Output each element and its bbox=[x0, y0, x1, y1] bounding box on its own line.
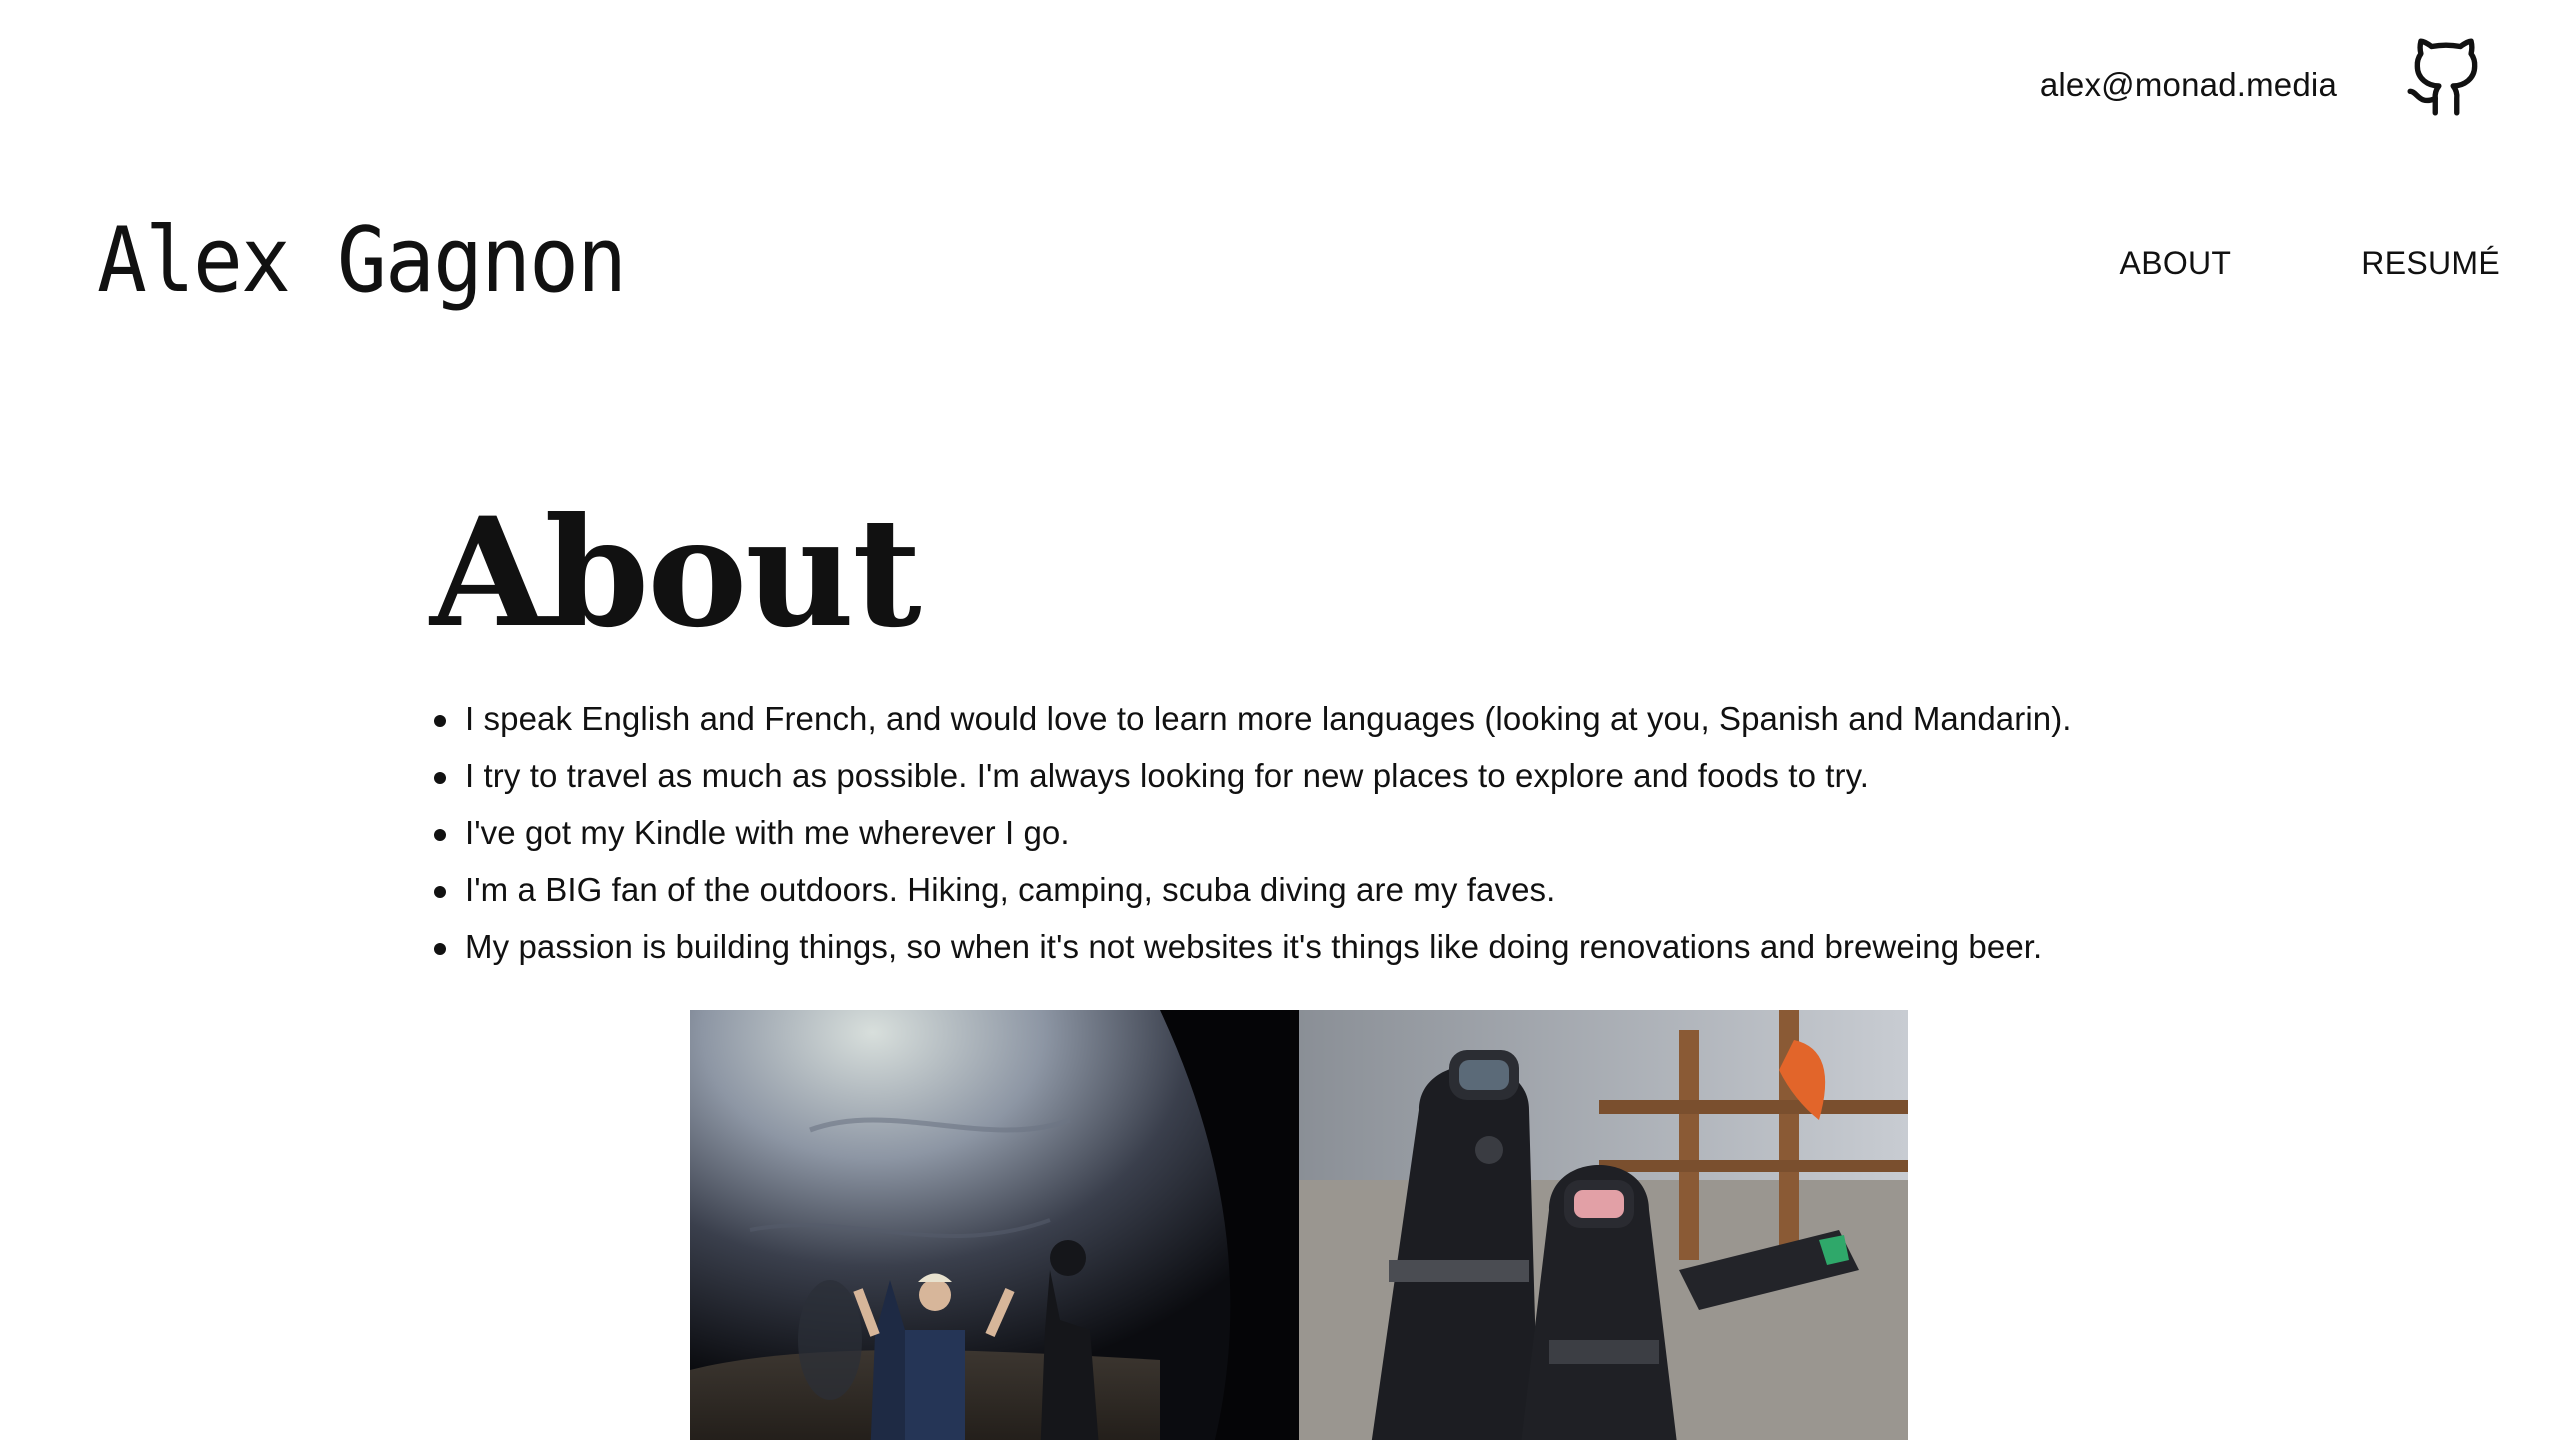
fact-text: I speak English and French, and would lo… bbox=[465, 700, 2072, 737]
nav-resume[interactable]: RESUMÉ bbox=[2361, 241, 2500, 285]
list-item: I speak English and French, and would lo… bbox=[430, 690, 2190, 747]
about-facts-list: I speak English and French, and would lo… bbox=[430, 690, 2190, 975]
github-icon[interactable] bbox=[2403, 34, 2489, 120]
bullet-icon bbox=[434, 943, 446, 955]
cave-photo bbox=[690, 1010, 1299, 1440]
bullet-icon bbox=[434, 886, 446, 898]
bullet-icon bbox=[434, 772, 446, 784]
photo-gallery bbox=[690, 1010, 1908, 1440]
list-item: I'm a BIG fan of the outdoors. Hiking, c… bbox=[430, 861, 2190, 918]
main-nav: ABOUT RESUMÉ bbox=[2120, 241, 2500, 285]
scuba-photo bbox=[1299, 1010, 1908, 1440]
bullet-icon bbox=[434, 715, 446, 727]
list-item: I try to travel as much as possible. I'm… bbox=[430, 747, 2190, 804]
list-item: My passion is building things, so when i… bbox=[430, 918, 2190, 975]
site-brand[interactable]: Alex Gagnon bbox=[97, 206, 625, 316]
fact-text: I'm a BIG fan of the outdoors. Hiking, c… bbox=[465, 871, 1555, 908]
nav-about[interactable]: ABOUT bbox=[2120, 241, 2232, 285]
fact-text: I've got my Kindle with me wherever I go… bbox=[465, 814, 1070, 851]
page-title: About bbox=[430, 488, 920, 658]
email-link[interactable]: alex@monad.media bbox=[2040, 63, 2337, 107]
list-item: I've got my Kindle with me wherever I go… bbox=[430, 804, 2190, 861]
bullet-icon bbox=[434, 829, 446, 841]
fact-text: I try to travel as much as possible. I'm… bbox=[465, 757, 1869, 794]
fact-text: My passion is building things, so when i… bbox=[465, 928, 2042, 965]
